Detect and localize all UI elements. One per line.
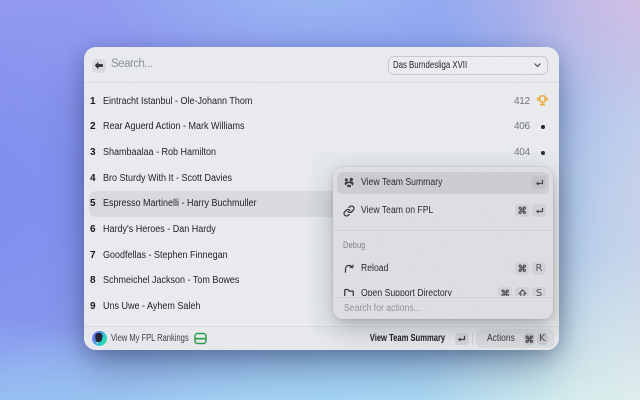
- actions-menu-items: View Team Summary View Team on FPL Debug Re…: [333, 167, 553, 296]
- keycap-group: S: [498, 287, 546, 297]
- list-row[interactable]: 3 Shambaalaa - Rob Hamilton 404: [89, 140, 553, 166]
- back-button[interactable]: [92, 59, 107, 73]
- row-title: Shambaalaa - Rob Hamilton: [103, 147, 473, 158]
- cmd-keycap: [515, 204, 529, 217]
- menu-item-label: View Team Summary: [361, 177, 508, 188]
- actions-button-label-text: Actions: [487, 333, 515, 344]
- menu-item[interactable]: Reload R: [337, 257, 549, 279]
- fpl-extension-icon: [92, 331, 107, 346]
- chevron-down-icon: [534, 63, 541, 68]
- actions-search-placeholder: Search for actions...: [344, 303, 421, 314]
- row-rank: 7: [90, 250, 99, 261]
- k-keycap: K: [537, 333, 548, 345]
- shift-keycap: [515, 287, 529, 297]
- link-icon: [343, 205, 355, 217]
- dot-icon: [536, 125, 550, 129]
- search-header: Search... Das Burndesliga XVII: [84, 47, 559, 83]
- actions-button[interactable]: Actions K: [476, 329, 554, 349]
- menu-item-label: View Team on FPL: [361, 205, 494, 216]
- menu-item[interactable]: Open Support Directory S: [337, 282, 549, 296]
- league-dropdown-value: Das Burndesliga XVII: [393, 60, 503, 71]
- reload-icon: [343, 262, 355, 275]
- cmd-keycap: [524, 333, 535, 345]
- gameweek-icon: [194, 332, 207, 345]
- keycap: S: [532, 287, 546, 297]
- row-rank: 4: [90, 173, 99, 184]
- menu-item-label: Reload: [361, 263, 494, 274]
- keycap-group: [532, 176, 546, 189]
- row-points: 406: [514, 121, 530, 132]
- cmd-keycap: [498, 287, 512, 297]
- keycap-group: R: [515, 262, 546, 275]
- footer-bar: View My FPL Rankings View Team Summary A…: [84, 326, 559, 350]
- menu-item-label: Open Support Directory: [361, 288, 479, 297]
- actions-button-label: Actions: [487, 333, 520, 344]
- search-input[interactable]: Search...: [111, 58, 389, 70]
- list-row[interactable]: 2 Rear Aguerd Action - Mark Williams 406: [89, 114, 553, 140]
- cmd-keycap: [515, 262, 529, 275]
- row-rank: 2: [90, 121, 99, 132]
- menu-section-label-text: Debug: [343, 239, 365, 250]
- menu-item[interactable]: View Team on FPL: [337, 200, 549, 222]
- player-icon: [343, 177, 355, 189]
- return-keycap: [532, 176, 546, 189]
- row-rank: 6: [90, 224, 99, 235]
- row-points: 412: [514, 96, 530, 107]
- menu-section-label: Debug: [337, 231, 549, 255]
- row-rank: 9: [90, 301, 99, 312]
- row-rank: 5: [90, 198, 99, 209]
- dot-icon: [536, 151, 550, 155]
- folder-icon: [343, 287, 355, 296]
- return-keycap: [455, 333, 469, 345]
- trophy-icon: [536, 95, 550, 107]
- row-rank: 1: [90, 96, 99, 107]
- arrow-left-icon: [94, 61, 104, 70]
- row-rank: 8: [90, 275, 99, 286]
- row-rank: 3: [90, 147, 99, 158]
- actions-menu-search[interactable]: Search for actions...: [333, 297, 553, 320]
- league-dropdown[interactable]: Das Burndesliga XVII: [388, 56, 548, 75]
- keycap-group: [515, 204, 546, 217]
- footer-command-label-text: View My FPL Rankings: [111, 333, 189, 344]
- footer-primary-action-label[interactable]: View Team Summary: [370, 333, 445, 344]
- list-row[interactable]: 1 Eintracht Istanbul - Ole-Johann Thom 412: [89, 89, 553, 115]
- row-title: Eintracht Istanbul - Ole-Johann Thom: [103, 96, 473, 107]
- footer-command-label[interactable]: View My FPL Rankings: [111, 333, 189, 344]
- keycap: R: [532, 262, 546, 275]
- actions-menu: View Team Summary View Team on FPL Debug Re…: [333, 167, 553, 319]
- row-title: Rear Aguerd Action - Mark Williams: [103, 121, 473, 132]
- row-points: 404: [514, 147, 530, 158]
- menu-item[interactable]: View Team Summary: [337, 172, 549, 194]
- footer-divider: [472, 332, 473, 345]
- return-keycap: [532, 204, 546, 217]
